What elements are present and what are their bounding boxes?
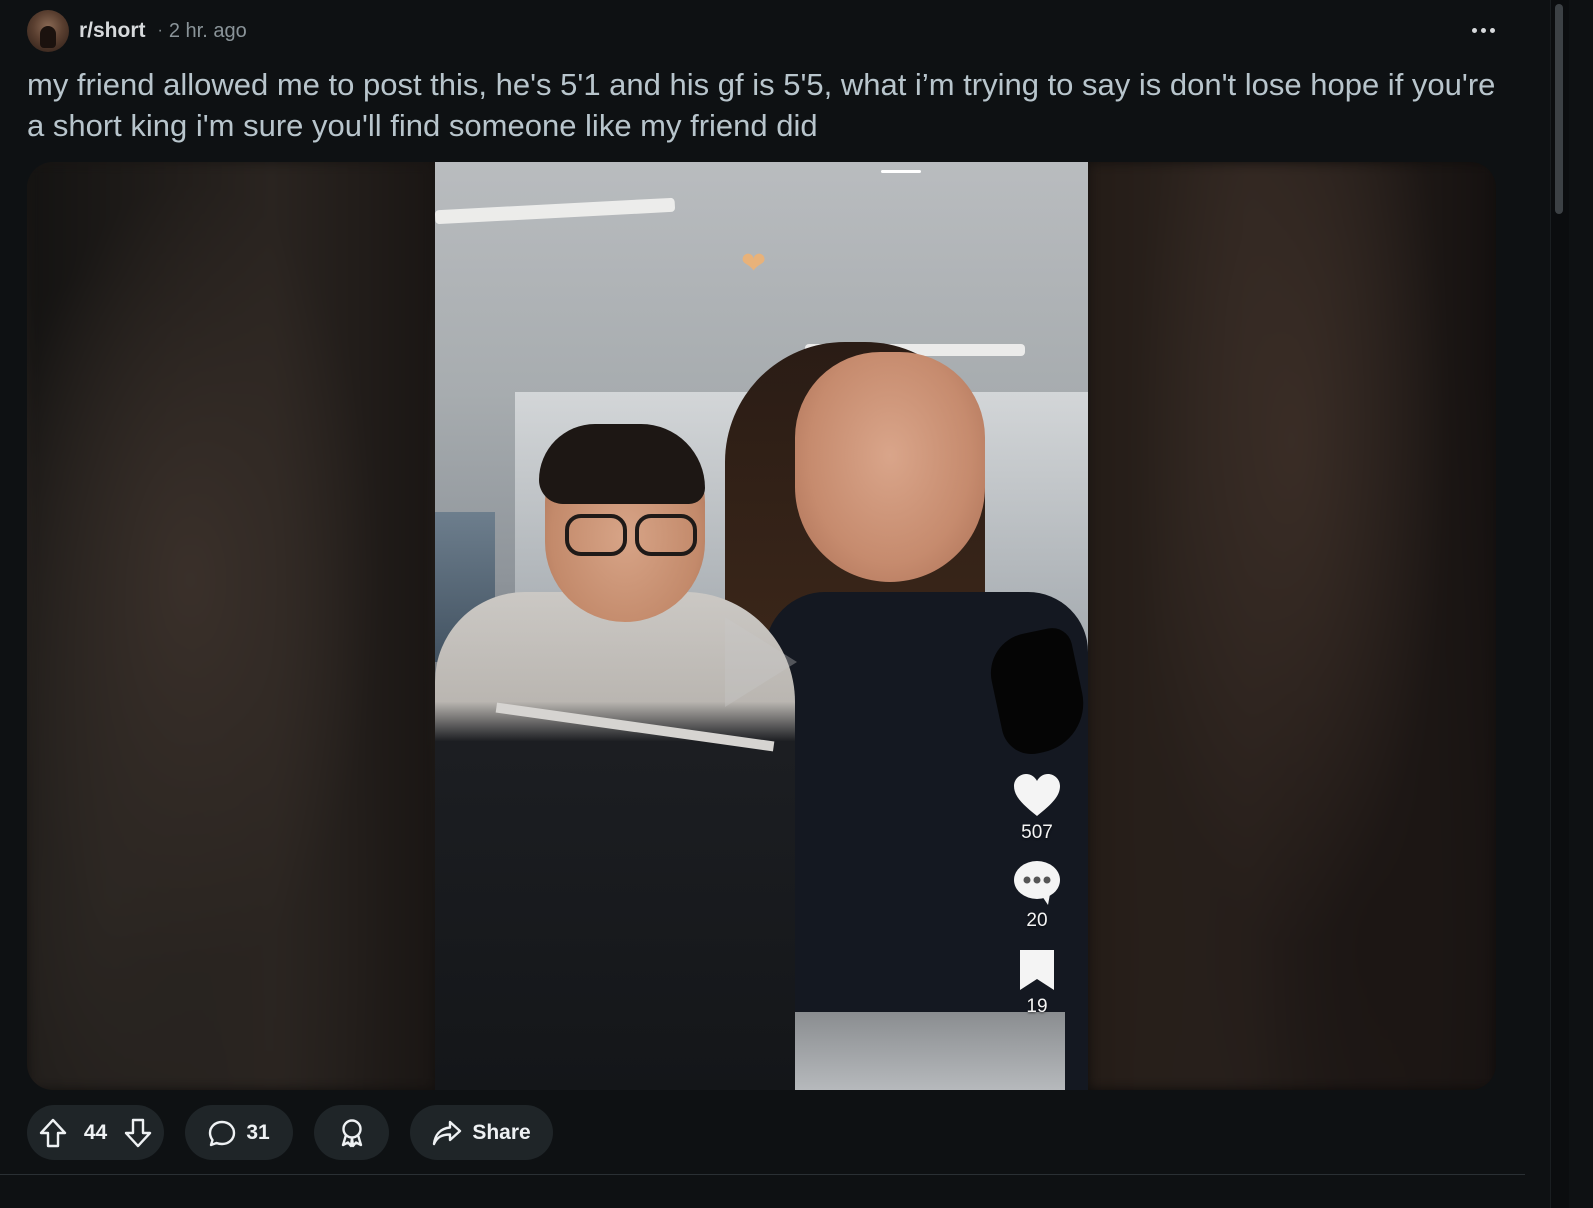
glasses (565, 514, 705, 556)
post-timestamp: 2 hr. ago (168, 19, 247, 42)
scrollbar-thumb[interactable] (1555, 4, 1563, 214)
post-header: r/short · 2 hr. ago (27, 10, 247, 52)
share-arrow-icon (433, 1120, 462, 1145)
downvote-arrow-icon[interactable] (124, 1118, 152, 1148)
story-progress-indicator (881, 170, 921, 173)
video-save-action: 19 (1017, 948, 1057, 1018)
vote-count: 44 (83, 1120, 108, 1144)
post-actions-bar: 44 31 Share (27, 1105, 553, 1160)
post-title[interactable]: my friend allowed me to post this, he's … (27, 64, 1507, 146)
award-icon (341, 1118, 362, 1147)
bookmark-icon (1020, 950, 1054, 990)
subreddit-avatar[interactable] (27, 10, 69, 52)
blurred-background-right (1088, 162, 1496, 1090)
post-divider (0, 1174, 1525, 1175)
play-icon[interactable] (725, 617, 797, 707)
comment-count: 31 (246, 1120, 270, 1144)
video-frame[interactable]: ❤ 507 20 19 (435, 162, 1088, 1090)
blurred-background-left (27, 162, 435, 1090)
video-like-count: 507 (1021, 822, 1053, 843)
more-options-button[interactable] (1466, 15, 1500, 45)
comments-button[interactable]: 31 (185, 1105, 293, 1160)
vote-control: 44 (27, 1105, 164, 1160)
media-container[interactable]: ❤ 507 20 19 (27, 162, 1496, 1090)
video-save-count: 19 (1026, 996, 1048, 1017)
award-button[interactable] (314, 1105, 389, 1160)
heart-hands-icon: ❤ (741, 247, 767, 280)
share-button[interactable]: Share (410, 1105, 553, 1160)
meta-separator: · (157, 22, 163, 39)
heart-icon (1014, 774, 1060, 816)
person-right-face (795, 352, 985, 582)
comment-icon (209, 1120, 236, 1146)
share-label: Share (472, 1120, 531, 1144)
post-card[interactable]: r/short · 2 hr. ago my friend allowed me… (0, 0, 1548, 1196)
comment-bubble-icon (1014, 861, 1060, 905)
video-comment-action: 20 (1012, 860, 1062, 932)
more-horizontal-icon (1471, 27, 1477, 33)
upvote-arrow-icon[interactable] (39, 1118, 67, 1148)
video-side-actions: 507 20 19 (1005, 772, 1069, 1034)
subreddit-link[interactable]: r/short (79, 19, 146, 43)
video-comment-count: 20 (1026, 910, 1048, 931)
video-like-action: 507 (1012, 772, 1062, 844)
